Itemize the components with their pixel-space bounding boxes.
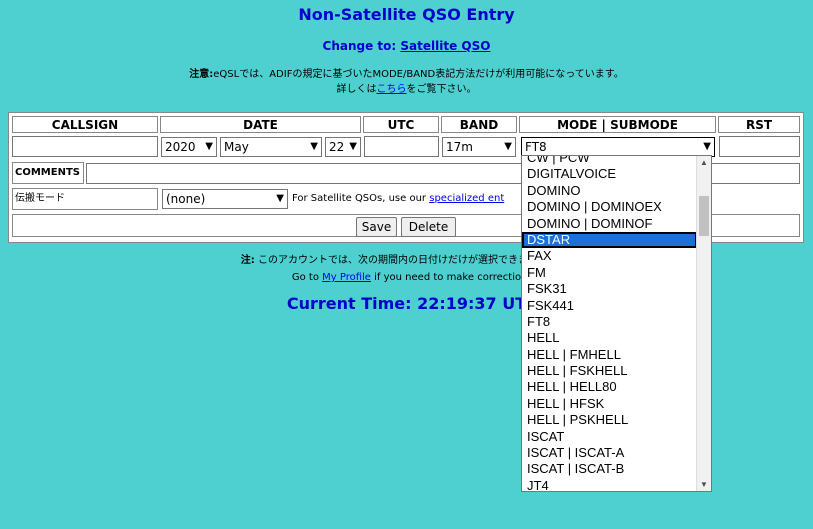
mode-select[interactable]: FT8 ▼ xyxy=(521,137,715,157)
mode-option[interactable]: HELL xyxy=(522,330,697,346)
mode-option[interactable]: FSK441 xyxy=(522,298,697,314)
adif-note: 注意:eQSLでは、ADIFの規定に基づいたMODE/BAND表記方法だけが利用… xyxy=(0,67,813,97)
mode-option[interactable]: DOMINO xyxy=(522,183,697,199)
mode-dropdown-list[interactable]: CW | PCW DIGITALVOICE DOMINO DOMINO | DOMIN… xyxy=(521,155,712,492)
mode-option[interactable]: DIGITALVOICE xyxy=(522,166,697,182)
day-value: 22 xyxy=(329,140,345,154)
delete-button[interactable]: Delete xyxy=(401,217,456,237)
chevron-down-icon: ▼ xyxy=(504,141,512,152)
note3-post: if you need to make correctio xyxy=(370,272,522,283)
change-prefix: Change to: xyxy=(322,39,401,53)
scroll-down-icon[interactable]: ▼ xyxy=(700,480,708,489)
callsign-input[interactable] xyxy=(12,136,158,157)
mode-option[interactable]: HELL | HFSK xyxy=(522,396,697,412)
scroll-up-icon[interactable]: ▲ xyxy=(700,158,708,167)
year-select[interactable]: 2020 ▼ xyxy=(161,137,217,157)
mode-option[interactable]: HELL | FSKHELL xyxy=(522,363,697,379)
header-band: BAND xyxy=(441,116,517,133)
utc-input[interactable] xyxy=(364,136,439,157)
comments-label: COMMENTS xyxy=(12,162,84,184)
header-date: DATE xyxy=(160,116,361,133)
rst-input[interactable] xyxy=(719,136,800,157)
header-mode: MODE | SUBMODE xyxy=(519,116,716,133)
scrollbar-thumb[interactable] xyxy=(699,196,709,236)
chevron-down-icon: ▼ xyxy=(205,141,213,152)
month-value: May xyxy=(224,140,249,154)
mode-option[interactable]: JT4 xyxy=(522,478,697,491)
year-value: 2020 xyxy=(165,140,196,154)
day-select[interactable]: 22 ▼ xyxy=(325,137,361,157)
mode-option[interactable]: HELL | FMHELL xyxy=(522,347,697,363)
mode-value: FT8 xyxy=(525,140,547,154)
specialized-entry-link[interactable]: specialized ent xyxy=(429,193,504,204)
chevron-down-icon: ▼ xyxy=(276,193,284,204)
band-value: 17m xyxy=(446,140,473,154)
note1-line2-pre: 詳しくは xyxy=(336,84,377,95)
mode-option[interactable]: DOMINO | DOMINOEX xyxy=(522,199,697,215)
my-profile-link[interactable]: My Profile xyxy=(322,272,371,283)
save-button[interactable]: Save xyxy=(356,217,397,237)
note1-text: eQSLでは、ADIFの規定に基づいたMODE/BAND表記方法だけが利用可能に… xyxy=(213,69,624,80)
mode-option[interactable]: ISCAT xyxy=(522,429,697,445)
mode-option-list: CW | PCW DIGITALVOICE DOMINO DOMINO | DOMIN… xyxy=(522,156,697,491)
propagation-value: (none) xyxy=(166,192,206,206)
sat-note-text: For Satellite QSOs, use our xyxy=(292,193,430,204)
mode-option[interactable]: FSK31 xyxy=(522,281,697,297)
header-callsign: CALLSIGN xyxy=(12,116,158,133)
dropdown-scrollbar[interactable]: ▲ ▼ xyxy=(696,156,711,491)
propagation-select[interactable]: (none) ▼ xyxy=(162,189,288,209)
details-link[interactable]: こちら xyxy=(377,84,407,95)
mode-option[interactable]: HELL | PSKHELL xyxy=(522,412,697,428)
header-rst: RST xyxy=(718,116,800,133)
mode-option[interactable]: DOMINO | DOMINOF xyxy=(522,216,697,232)
note2-bold: 注: xyxy=(240,255,255,266)
band-select[interactable]: 17m ▼ xyxy=(442,137,516,157)
month-select[interactable]: May ▼ xyxy=(220,137,322,157)
satellite-note: For Satellite QSOs, use our specialized … xyxy=(292,189,504,209)
note1-bold: 注意: xyxy=(189,69,214,80)
mode-option[interactable]: FAX xyxy=(522,248,697,264)
mode-option[interactable]: FT8 xyxy=(522,314,697,330)
change-mode-line: Change to: Satellite QSO xyxy=(0,39,813,53)
note3-pre: Go to xyxy=(291,272,323,283)
page-title: Non-Satellite QSO Entry xyxy=(298,5,515,24)
satellite-qso-link[interactable]: Satellite QSO xyxy=(400,39,490,53)
chevron-down-icon: ▼ xyxy=(703,141,711,152)
mode-option[interactable]: HELL | HELL80 xyxy=(522,379,697,395)
mode-option[interactable]: DSTAR xyxy=(522,231,697,249)
mode-option[interactable]: ISCAT | ISCAT-B xyxy=(522,461,697,477)
chevron-down-icon: ▼ xyxy=(349,141,357,152)
mode-option[interactable]: CW | PCW xyxy=(522,156,697,166)
chevron-down-icon: ▼ xyxy=(310,141,318,152)
note1-line2-post: をご覧下さい。 xyxy=(406,84,477,95)
header-utc: UTC xyxy=(363,116,439,133)
mode-option[interactable]: ISCAT | ISCAT-A xyxy=(522,445,697,461)
propagation-label: 伝搬モード xyxy=(12,188,158,210)
mode-option[interactable]: FM xyxy=(522,265,697,281)
